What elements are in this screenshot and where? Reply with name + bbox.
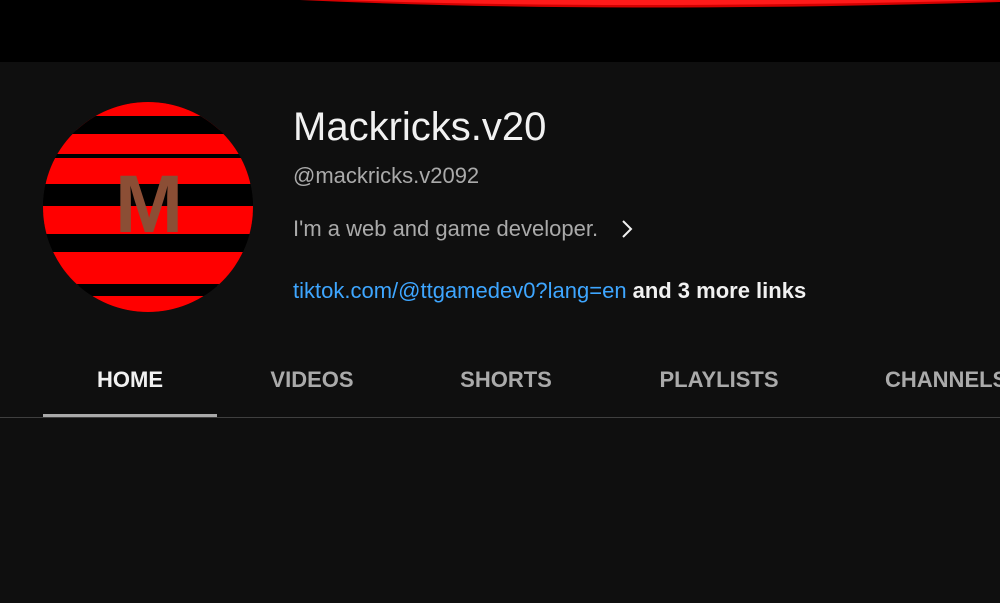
active-tab-indicator [43, 414, 217, 417]
more-links-button[interactable]: and 3 more links [633, 278, 807, 303]
channel-page: M Mackricks.v20 @mackricks.v2092 I'm a w… [0, 0, 1000, 603]
channel-handle: @mackricks.v2092 [293, 163, 480, 188]
channel-banner [0, 0, 1000, 62]
channel-description[interactable]: I'm a web and game developer. [293, 215, 634, 243]
channel-avatar[interactable]: M [43, 102, 253, 312]
banner-art [0, 0, 1000, 62]
tab-home[interactable]: HOME [43, 345, 217, 417]
chevron-right-icon[interactable] [620, 219, 634, 239]
channel-links: tiktok.com/@ttgamedev0?lang=en and 3 more… [293, 277, 806, 305]
channel-description-text: I'm a web and game developer. [293, 216, 599, 241]
tab-videos[interactable]: VIDEOS [240, 345, 384, 417]
tab-shorts[interactable]: SHORTS [430, 345, 582, 417]
tab-playlists[interactable]: PLAYLISTS [630, 345, 808, 417]
tab-channels[interactable]: CHANNELS [885, 345, 1000, 417]
channel-name: Mackricks.v20 [293, 105, 547, 149]
channel-tabs: HOME VIDEOS SHORTS PLAYLISTS CHANNELS [0, 345, 1000, 418]
tiktok-link[interactable]: tiktok.com/@ttgamedev0?lang=en [293, 278, 627, 303]
avatar-letter: M [114, 159, 183, 250]
